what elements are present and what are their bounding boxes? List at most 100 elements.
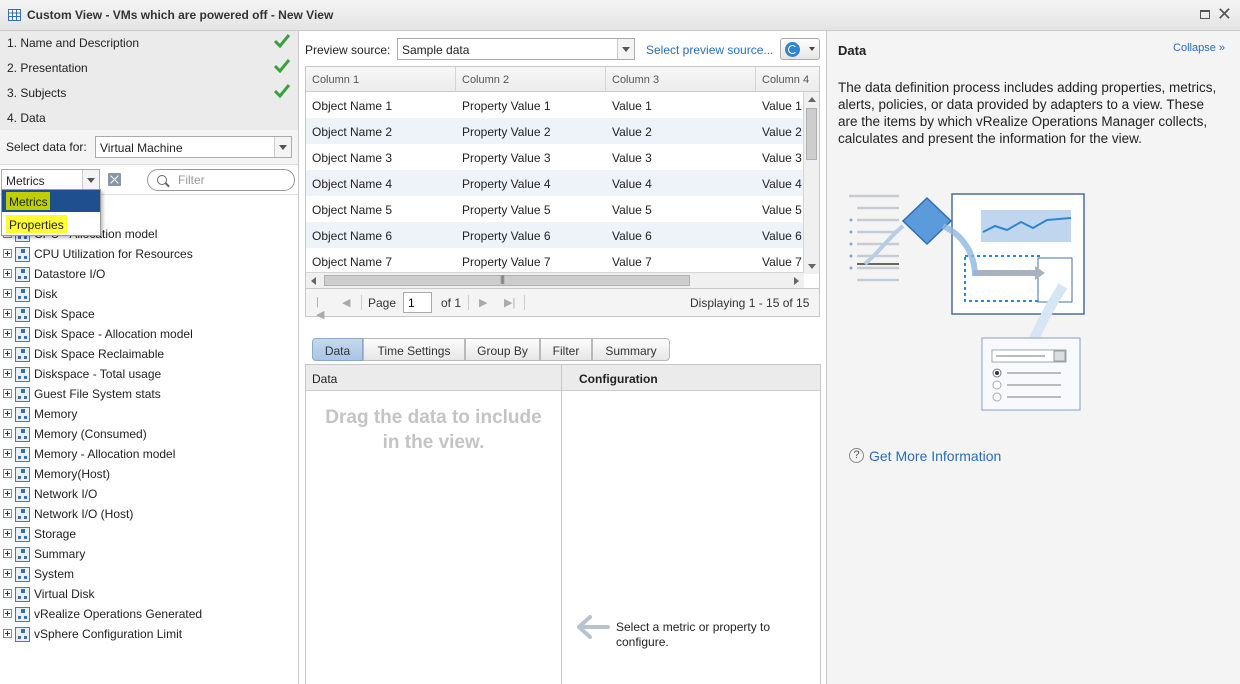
expand-icon[interactable] [3, 369, 12, 378]
tree-item[interactable]: System [0, 564, 298, 584]
select-data-combo[interactable]: Virtual Machine [95, 136, 292, 158]
table-row[interactable]: Object Name 6 Property Value 6 Value 6 Valu… [306, 222, 804, 248]
table-row[interactable]: Object Name 5 Property Value 5 Value 5 Valu… [306, 196, 804, 222]
expand-icon[interactable] [3, 249, 12, 258]
table-row[interactable]: Object Name 7 Property Value 7 Value 7 Valu… [306, 248, 804, 274]
expand-icon[interactable] [3, 489, 12, 498]
expand-icon[interactable] [3, 429, 12, 438]
step-data[interactable]: 4. Data [0, 106, 298, 131]
left-pane: 1. Name and Description 2. Presentation … [0, 31, 299, 684]
tree-item-label: Summary [34, 547, 86, 561]
tree-item[interactable]: Disk Space - Allocation model [0, 324, 298, 344]
expand-icon[interactable] [3, 529, 12, 538]
drop-zone-hint[interactable]: Drag the data to include in the view. [306, 405, 561, 455]
dropdown-option-properties[interactable]: Properties [2, 213, 100, 235]
expand-icon[interactable] [3, 409, 12, 418]
tree-item[interactable]: vSphere Configuration Limit [0, 624, 298, 644]
scroll-down-icon[interactable] [808, 264, 816, 269]
scroll-up-icon[interactable] [808, 97, 816, 102]
expand-icon[interactable] [3, 569, 12, 578]
expand-icon[interactable] [3, 629, 12, 638]
tree-item[interactable]: Disk [0, 284, 298, 304]
clear-filter-icon[interactable] [108, 173, 121, 186]
filter-search-box[interactable] [147, 169, 295, 191]
expand-icon[interactable] [3, 309, 12, 318]
data-type-combo[interactable]: Metrics [1, 169, 100, 191]
refresh-button[interactable] [780, 38, 820, 60]
chevron-down-icon[interactable] [274, 137, 291, 157]
expand-icon[interactable] [3, 349, 12, 358]
expand-icon[interactable] [3, 609, 12, 618]
help-title: Data [838, 43, 867, 58]
tree-item[interactable]: Storage [0, 524, 298, 544]
table-cell: Value 7 [612, 255, 652, 269]
first-page-icon[interactable]: |◀ [316, 296, 326, 321]
step-subjects[interactable]: 3. Subjects [0, 81, 298, 106]
scroll-left-icon[interactable] [311, 277, 316, 285]
tree-item[interactable]: Disk Space Reclaimable [0, 344, 298, 364]
last-page-icon[interactable]: ▶| [504, 296, 515, 309]
filter-input[interactable] [178, 173, 288, 187]
metric-group-icon [15, 627, 30, 642]
table-row[interactable]: Object Name 4 Property Value 4 Value 4 Valu… [306, 170, 804, 196]
expand-icon[interactable] [3, 589, 12, 598]
grid-pager: |◀ ◀ Page of 1 ▶ ▶| Displaying 1 - 15 of… [305, 289, 820, 321]
expand-icon[interactable] [3, 469, 12, 478]
expand-icon[interactable] [3, 549, 12, 558]
horizontal-scrollbar[interactable] [306, 272, 804, 288]
chevron-down-icon[interactable] [617, 39, 634, 59]
page-number-input[interactable] [403, 292, 432, 313]
column-header[interactable]: Column 1 [306, 67, 456, 92]
vertical-scrollbar[interactable] [803, 92, 819, 274]
tree-item[interactable]: Memory(Host) [0, 464, 298, 484]
chevron-down-icon[interactable] [809, 47, 815, 51]
expand-icon[interactable] [3, 269, 12, 278]
chevron-down-icon[interactable] [82, 170, 99, 190]
tree-item[interactable]: Memory (Consumed) [0, 424, 298, 444]
next-page-icon[interactable]: ▶ [479, 296, 489, 309]
tree-item[interactable]: vRealize Operations Generated [0, 604, 298, 624]
tree-item-label: Disk Space [34, 307, 95, 321]
preview-source-combo[interactable]: Sample data [397, 38, 635, 60]
tree-item[interactable]: Guest File System stats [0, 384, 298, 404]
table-cell: Value 1 [762, 99, 802, 113]
close-icon[interactable]: ✕ [1217, 3, 1232, 25]
column-header[interactable]: Column 3 [606, 67, 756, 92]
tree-item[interactable]: Memory [0, 404, 298, 424]
maximize-icon[interactable] [1200, 10, 1210, 19]
expand-icon[interactable] [3, 289, 12, 298]
step-name-description[interactable]: 1. Name and Description [0, 31, 298, 56]
expand-icon[interactable] [3, 449, 12, 458]
step-presentation[interactable]: 2. Presentation [0, 56, 298, 81]
tree-item[interactable]: Datastore I/O [0, 264, 298, 284]
dropdown-option-metrics[interactable]: Metrics [2, 190, 100, 212]
table-row[interactable]: Object Name 1 Property Value 1 Value 1 Valu… [306, 92, 804, 118]
scroll-thumb[interactable] [324, 274, 690, 286]
expand-icon[interactable] [3, 509, 12, 518]
tree-item[interactable]: Virtual Disk [0, 584, 298, 604]
tree-item[interactable]: CPU Utilization for Resources [0, 244, 298, 264]
table-row[interactable]: Object Name 3 Property Value 3 Value 3 Valu… [306, 144, 804, 170]
tree-item[interactable]: Network I/O [0, 484, 298, 504]
column-header-label: Column 3 [612, 74, 660, 86]
scroll-right-icon[interactable] [794, 277, 799, 285]
scroll-thumb[interactable] [806, 108, 817, 160]
column-header[interactable]: Column 2 [456, 67, 606, 92]
previous-page-icon[interactable]: ◀ [342, 296, 352, 309]
tab-data[interactable]: Data [312, 338, 363, 361]
select-preview-source-link[interactable]: Select preview source... [646, 43, 773, 57]
collapse-link[interactable]: Collapse » [1173, 42, 1225, 54]
tab-filter[interactable]: Filter [540, 338, 592, 361]
tree-item[interactable]: Summary [0, 544, 298, 564]
tree-item[interactable]: Memory - Allocation model [0, 444, 298, 464]
tree-item[interactable]: Network I/O (Host) [0, 504, 298, 524]
expand-icon[interactable] [3, 389, 12, 398]
expand-icon[interactable] [3, 329, 12, 338]
column-header[interactable]: Column 4 [756, 67, 819, 92]
tab-summary[interactable]: Summary [592, 338, 670, 361]
tree-item[interactable]: Diskspace - Total usage [0, 364, 298, 384]
tab-time-settings[interactable]: Time Settings [363, 338, 465, 361]
tree-item[interactable]: Disk Space [0, 304, 298, 324]
table-row[interactable]: Object Name 2 Property Value 2 Value 2 Valu… [306, 118, 804, 144]
tab-group-by[interactable]: Group By [465, 338, 540, 361]
